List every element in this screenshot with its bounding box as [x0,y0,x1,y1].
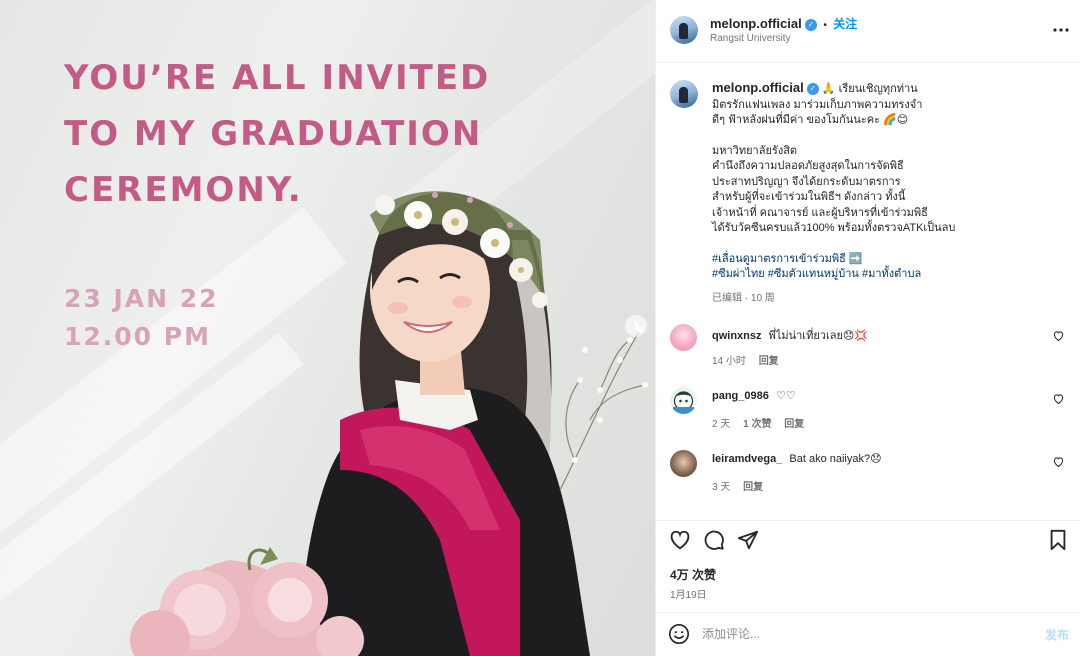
post-dialog: YOU’RE ALL INVITED TO MY GRADUATION CERE… [0,0,1080,656]
ceremony-date: 23 JAN 22 [64,284,219,313]
separator-dot: • [823,20,827,31]
comment-meta: 3 天 回复 [712,478,773,493]
comment-button[interactable] [703,529,725,554]
comment-body: pang_0986 ♡♡ [712,389,796,402]
cartoon-avatar-icon [673,391,694,414]
commenter-username[interactable]: leiramdvega_ [712,453,782,465]
emoji-button[interactable] [668,623,690,648]
hashtag-link[interactable]: #เลื่อนดูมาตรการเข้าร่วมพิธี ➡️ [712,252,972,268]
caption-line: มหาวิทยาลัยรังสิต [712,144,798,157]
comment-like-button[interactable] [1053,393,1064,407]
caption-line: มิตรรักแฟนเพลง มาร่วมเก็บภาพความทรงจำ [712,98,923,111]
header-user-line: melonp.official ✓ • 关注 [710,15,857,32]
commenter-avatar[interactable] [670,324,697,351]
commenter-username[interactable]: qwinxnsz [712,330,762,342]
heart-icon [1053,394,1064,405]
follow-button[interactable]: 关注 [833,17,857,31]
comment-likes[interactable]: 1 次赞 [743,419,771,430]
send-icon [737,530,759,550]
post-media[interactable]: YOU’RE ALL INVITED TO MY GRADUATION CERE… [0,0,655,656]
post-side-panel: melonp.official ✓ • 关注 Rangsit Universit… [655,0,1080,656]
invitation-title-line: YOU’RE ALL INVITED [64,58,491,98]
post-header: melonp.official ✓ • 关注 Rangsit Universit… [656,0,1080,63]
comment-text: พี่ไม่น่าเที่ยวเลย😞💢 [768,330,869,342]
post-caption: melonp.official ✓ 🙏 เรียนเชิญทุกท่าน มิต… [712,80,972,306]
comment-time: 2 天 [712,419,731,430]
comment-meta: 14 小时 回复 [712,352,789,367]
post-comment-button[interactable]: 发布 [1045,626,1069,643]
post-location[interactable]: Rangsit University [710,33,791,44]
bookmark-icon [1050,529,1066,551]
reply-button[interactable]: 回复 [784,419,804,430]
comment-meta: 2 天 1 次赞 回复 [712,415,814,430]
hashtag-link[interactable]: #ซีมผ่าไทย #ซีมตัวแทนหมู่บ้าน #มาทั้งตำบ… [712,267,972,283]
author-avatar[interactable] [670,16,698,44]
like-button[interactable] [669,529,691,554]
comment-icon [704,530,724,550]
comment-time: 3 天 [712,482,731,493]
share-button[interactable] [737,529,759,554]
comments-scroll-area[interactable]: melonp.official ✓ 🙏 เรียนเชิญทุกท่าน มิต… [656,64,1080,520]
commenter-avatar[interactable] [670,387,697,414]
comment-input[interactable] [702,623,1022,645]
comment-text: ♡♡ [775,390,796,402]
baby-breath-branch [559,329,646,491]
likes-count[interactable]: 4万 次赞 [670,566,716,583]
heart-icon [670,530,690,550]
post-date: 1月19日 [670,590,707,601]
author-username[interactable]: melonp.official [710,16,802,31]
comment-like-button[interactable] [1053,456,1064,470]
comment-body: leiramdvega_ Bat ako naiiyak?😞 [712,452,882,465]
invitation-title-line: TO MY GRADUATION [64,114,483,154]
comment-body: qwinxnsz พี่ไม่น่าเที่ยวเลย😞💢 [712,326,868,344]
comment-composer: 发布 [656,612,1080,656]
caption-line: เจ้าหน้าที่ คณาจารย์ และผู้บริหารที่เข้า… [712,206,928,219]
verified-badge-icon: ✓ [806,83,819,96]
commenter-avatar[interactable] [670,450,697,477]
emoji-icon [669,624,689,644]
save-button[interactable] [1048,529,1068,554]
invitation-title-line: CEREMONY. [64,170,303,210]
caption-username[interactable]: melonp.official [712,80,804,95]
ceremony-time: 12.00 PM [64,322,211,351]
caption-edited-meta: 已编辑 · 10 周 [712,292,775,304]
caption-line: สำหรับผู้ที่จะเข้าร่วมในพิธีฯ ดังกล่าว ท… [712,191,906,203]
comment-text: Bat ako naiiyak?😞 [789,453,882,465]
comment-time: 14 小时 [712,356,746,367]
caption-line: ดีๆ ฟ้าหลังฝนที่มีค่า ของโมกันนะคะ 🌈😊 [712,114,909,126]
caption-line: คำนึงถึงความปลอดภัยสูงสุดในการจัดพิธี [712,160,904,172]
chevron-right-icon [633,321,640,331]
more-options-button[interactable] [1053,16,1069,37]
heart-icon [1053,331,1064,342]
caption-text: 🙏 เรียนเชิญทุกท่าน [821,83,918,95]
reply-button[interactable]: 回复 [759,356,779,367]
next-slide-button[interactable] [625,315,647,337]
caption-line: ประสาทปริญญา จึงได้ยกระดับมาตรการ [712,175,901,188]
more-horizontal-icon [1053,28,1069,32]
heart-icon [1053,457,1064,468]
reply-button[interactable]: 回复 [743,482,763,493]
post-actions: 4万 次赞 1月19日 [656,520,1080,612]
invitation-title: YOU’RE ALL INVITED TO MY GRADUATION CERE… [64,50,534,218]
caption-first-line: melonp.official ✓ 🙏 เรียนเชิญทุกท่าน [712,80,972,98]
verified-badge-icon: ✓ [805,18,818,31]
commenter-username[interactable]: pang_0986 [712,390,769,402]
caption-line: ได้รับวัคซีนครบแล้ว100% พร้อมทั้งตรวจATK… [712,222,956,234]
caption-author-avatar[interactable] [670,80,698,108]
comment-like-button[interactable] [1053,330,1064,344]
